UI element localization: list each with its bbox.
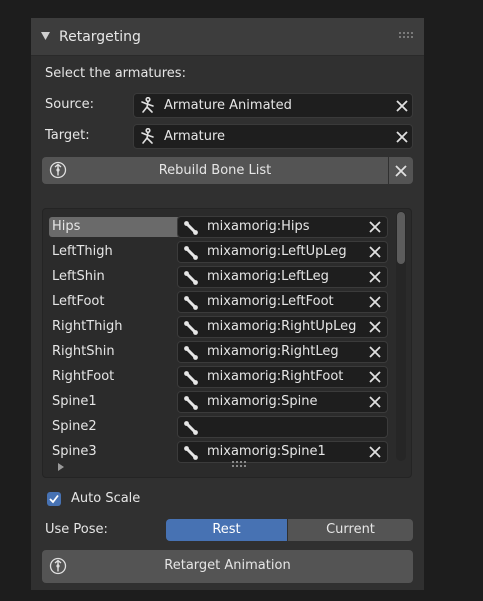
- clear-icon[interactable]: [369, 246, 381, 258]
- bone-field[interactable]: mixamorig:LeftFoot: [177, 291, 388, 313]
- armature-icon: [141, 128, 154, 144]
- list-item[interactable]: Spine1: [52, 392, 177, 412]
- bone-field-empty[interactable]: [177, 416, 388, 438]
- list-item[interactable]: Spine3: [52, 442, 177, 462]
- target-field[interactable]: Armature: [133, 124, 413, 149]
- bone-list[interactable]: Hips mixamorig:Hips LeftThigh mixamorig:…: [42, 208, 412, 478]
- pose-rest-toggle[interactable]: Rest: [166, 519, 287, 541]
- clear-icon[interactable]: [369, 221, 381, 233]
- bone-value: mixamorig:LeftUpLeg: [207, 244, 347, 259]
- clear-icon[interactable]: [369, 271, 381, 283]
- clear-icon[interactable]: [369, 321, 381, 333]
- bone-field[interactable]: mixamorig:Hips: [177, 216, 388, 238]
- target-label: Target:: [45, 128, 90, 143]
- list-item[interactable]: RightThigh: [52, 317, 177, 337]
- drag-handle-icon[interactable]: [399, 32, 413, 38]
- bone-icon: [184, 371, 198, 385]
- bone-value: mixamorig:Hips: [207, 219, 310, 234]
- clear-icon[interactable]: [369, 446, 381, 458]
- collapse-triangle-icon[interactable]: [41, 32, 50, 40]
- bone-icon: [184, 271, 198, 285]
- clear-icon[interactable]: [369, 371, 381, 383]
- rebuild-bone-list-label: Rebuild Bone List: [158, 163, 272, 178]
- bone-value: mixamorig:Spine1: [207, 444, 326, 459]
- select-armatures-label: Select the armatures:: [45, 66, 186, 81]
- bone-value: mixamorig:Spine: [207, 394, 318, 409]
- bone-field[interactable]: mixamorig:Spine1: [177, 441, 388, 463]
- armature-icon: [141, 97, 154, 113]
- resize-grip-icon[interactable]: [232, 461, 246, 467]
- source-value: Armature Animated: [164, 98, 292, 113]
- bone-value: mixamorig:RightUpLeg: [207, 319, 357, 334]
- bone-icon: [184, 421, 198, 435]
- bone-icon: [184, 321, 198, 335]
- panel-title: Retargeting: [59, 29, 141, 45]
- clear-icon[interactable]: [396, 131, 408, 143]
- bone-icon: [184, 246, 198, 260]
- pose-current-toggle[interactable]: Current: [288, 519, 413, 541]
- clear-icon[interactable]: [369, 346, 381, 358]
- expand-triangle-icon[interactable]: [58, 463, 64, 471]
- panel-header[interactable]: Retargeting: [31, 18, 424, 56]
- auto-scale-checkbox[interactable]: [47, 492, 61, 506]
- list-item[interactable]: RightShin: [52, 342, 177, 362]
- checkmark-icon: [49, 494, 59, 504]
- list-item[interactable]: Spine2: [52, 417, 177, 437]
- list-item[interactable]: LeftFoot: [52, 292, 177, 312]
- scrollbar-track[interactable]: [396, 211, 406, 461]
- bone-value: mixamorig:RightLeg: [207, 344, 339, 359]
- retargeting-panel: Retargeting Select the armatures: Source…: [31, 18, 424, 590]
- list-item[interactable]: LeftShin: [52, 267, 177, 287]
- bone-value: mixamorig:RightFoot: [207, 369, 344, 384]
- scrollbar-thumb[interactable]: [397, 212, 405, 264]
- source-field[interactable]: Armature Animated: [133, 93, 413, 118]
- bone-field[interactable]: mixamorig:RightFoot: [177, 366, 388, 388]
- clear-icon[interactable]: [396, 100, 408, 112]
- auto-scale-label[interactable]: Auto Scale: [71, 491, 140, 506]
- list-item[interactable]: RightFoot: [52, 367, 177, 387]
- retarget-animation-label: Retarget Animation: [164, 558, 291, 573]
- clear-icon[interactable]: [369, 296, 381, 308]
- close-icon: [395, 165, 407, 177]
- use-pose-label: Use Pose:: [45, 522, 108, 537]
- target-value: Armature: [164, 129, 226, 144]
- bone-field[interactable]: mixamorig:LeftLeg: [177, 266, 388, 288]
- bone-field[interactable]: mixamorig:RightLeg: [177, 341, 388, 363]
- rebuild-bone-list-button[interactable]: Rebuild Bone List: [42, 157, 388, 184]
- app-window: { "panel": { "title": "Retargeting", "se…: [0, 0, 483, 601]
- bone-icon: [184, 296, 198, 310]
- bone-field[interactable]: mixamorig:LeftUpLeg: [177, 241, 388, 263]
- bone-field[interactable]: mixamorig:Spine: [177, 391, 388, 413]
- list-item[interactable]: Hips: [49, 217, 180, 237]
- retarget-animation-button[interactable]: Retarget Animation: [42, 550, 413, 583]
- bone-icon: [184, 446, 198, 460]
- bone-field[interactable]: mixamorig:RightUpLeg: [177, 316, 388, 338]
- bone-value: mixamorig:LeftLeg: [207, 269, 329, 284]
- bone-icon: [184, 221, 198, 235]
- bone-icon: [184, 346, 198, 360]
- bone-icon: [184, 396, 198, 410]
- clear-bone-list-button[interactable]: [389, 157, 413, 184]
- list-item[interactable]: LeftThigh: [52, 242, 177, 262]
- clear-icon[interactable]: [369, 396, 381, 408]
- source-label: Source:: [45, 97, 95, 112]
- bone-value: mixamorig:LeftFoot: [207, 294, 334, 309]
